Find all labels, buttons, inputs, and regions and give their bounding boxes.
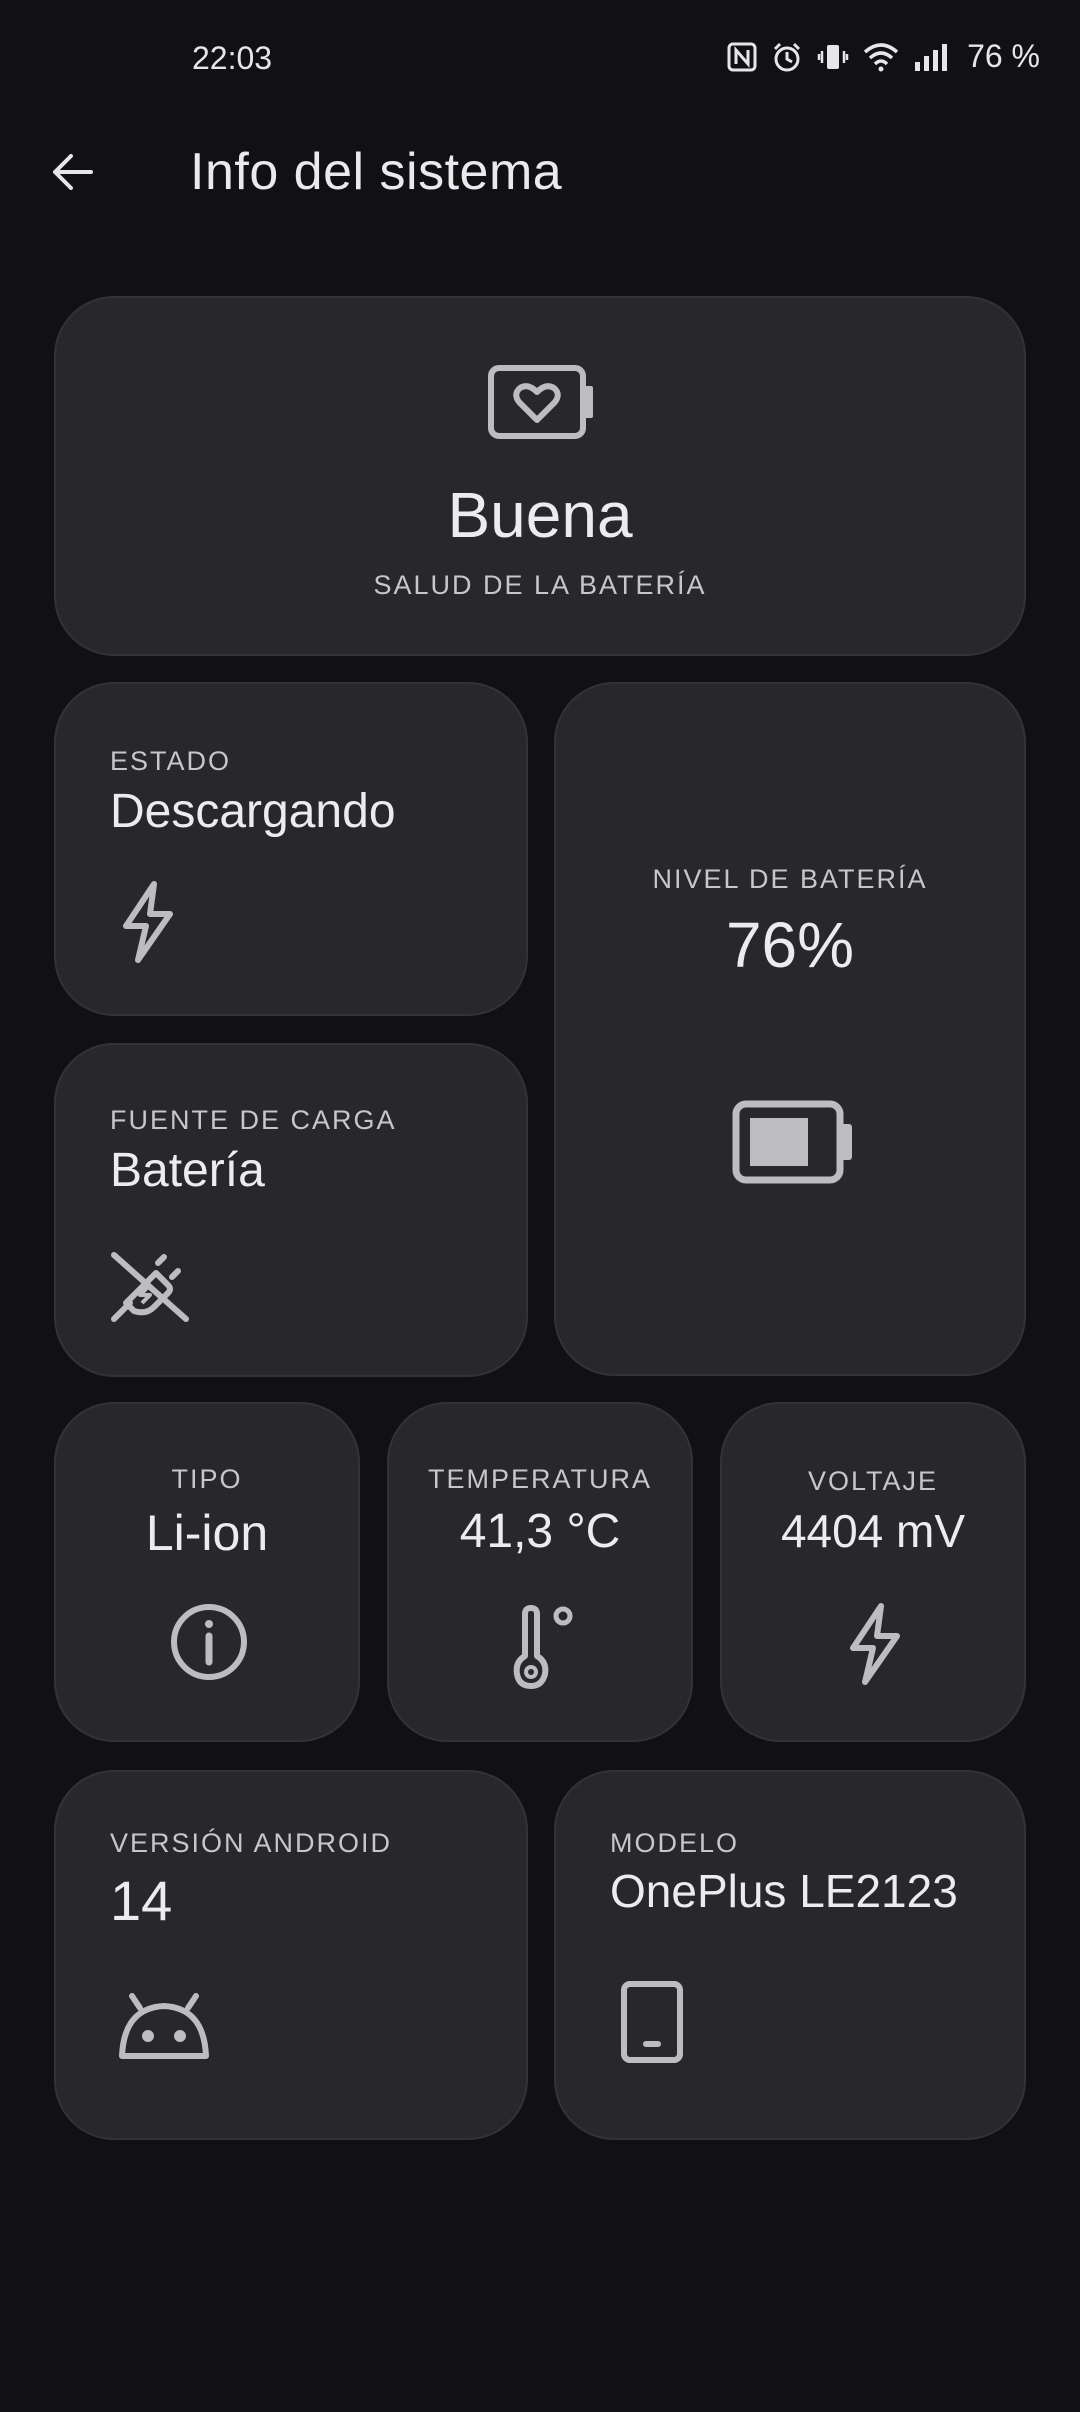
unplugged-icon xyxy=(106,1241,192,1332)
android-version-value: 14 xyxy=(110,1869,173,1932)
thermometer-icon xyxy=(507,1604,577,1695)
wifi-icon xyxy=(863,42,899,72)
type-card: TIPO Li-ion xyxy=(54,1402,360,1742)
battery-health-label: SALUD DE LA BATERÍA xyxy=(373,570,707,600)
type-label: TIPO xyxy=(171,1464,243,1494)
vibrate-icon xyxy=(817,41,849,73)
battery-health-value: Buena xyxy=(447,479,633,551)
type-value: Li-ion xyxy=(145,1505,269,1561)
charge-source-value: Batería xyxy=(110,1144,265,1197)
status-icons: 76 % xyxy=(727,38,1040,75)
app-bar: Info del sistema xyxy=(0,130,1080,210)
android-version-card: VERSIÓN ANDROID 14 xyxy=(54,1770,528,2140)
model-value: OnePlus LE2123 xyxy=(610,1865,958,1917)
battery-level-value: 76% xyxy=(725,909,855,981)
battery-level-label: NIVEL DE BATERÍA xyxy=(652,864,928,894)
back-button[interactable] xyxy=(40,142,104,206)
charge-source-label: FUENTE DE CARGA xyxy=(110,1105,397,1135)
temperature-label: TEMPERATURA xyxy=(427,1464,652,1494)
arrow-left-icon xyxy=(49,149,95,200)
voltage-value: 4404 mV xyxy=(780,1505,966,1557)
status-value: Descargando xyxy=(110,785,396,838)
voltage-card: VOLTAJE 4404 mV xyxy=(720,1402,1026,1742)
voltage-label: VOLTAJE xyxy=(807,1466,939,1496)
temperature-value: 41,3 °C xyxy=(459,1505,621,1558)
battery-heart-icon xyxy=(487,364,597,445)
info-icon xyxy=(169,1602,249,1687)
battery-icon xyxy=(732,1100,856,1189)
battery-level-card: NIVEL DE BATERÍA 76% xyxy=(554,682,1026,1376)
bolt-icon xyxy=(118,880,178,969)
page-title: Info del sistema xyxy=(190,143,563,201)
android-icon xyxy=(118,1992,210,2067)
status-bar: 22:03 76 % xyxy=(0,0,1080,120)
status-card: ESTADO Descargando xyxy=(54,682,528,1016)
model-label: MODELO xyxy=(610,1828,740,1858)
status-battery-text: 76 % xyxy=(967,38,1040,74)
signal-icon xyxy=(913,43,949,71)
temperature-card: TEMPERATURA 41,3 °C xyxy=(387,1402,693,1742)
alarm-icon xyxy=(771,41,803,73)
android-version-label: VERSIÓN ANDROID xyxy=(110,1828,393,1858)
charge-source-card: FUENTE DE CARGA Batería xyxy=(54,1043,528,1377)
battery-health-card: Buena SALUD DE LA BATERÍA xyxy=(54,296,1026,656)
voltage-bolt-icon xyxy=(845,1602,905,1691)
nfc-icon xyxy=(727,42,757,72)
phone-icon xyxy=(620,1980,684,2069)
status-time: 22:03 xyxy=(192,40,273,76)
status-label: ESTADO xyxy=(110,746,232,776)
model-card: MODELO OnePlus LE2123 xyxy=(554,1770,1026,2140)
